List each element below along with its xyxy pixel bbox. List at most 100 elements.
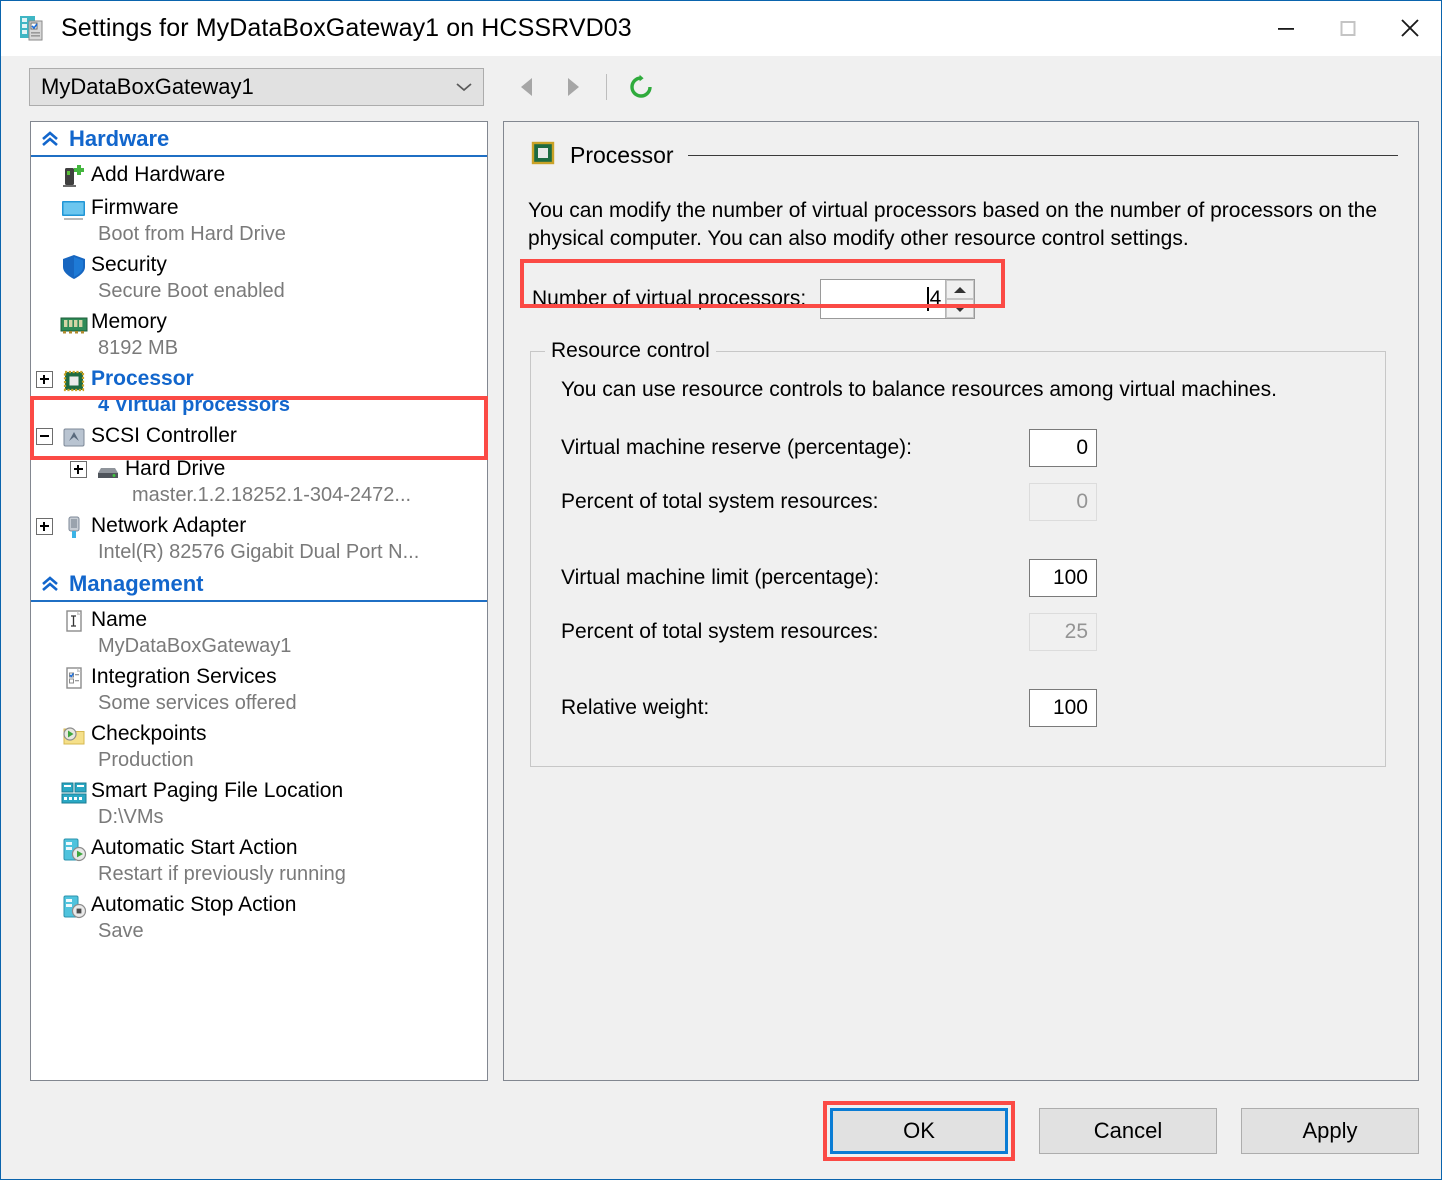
memory-icon — [57, 308, 91, 338]
settings-tree[interactable]: Hardware Add Hardware Firmware Boot from Ha… — [30, 121, 488, 1081]
sidebar-item-memory[interactable]: Memory 8192 MB — [31, 306, 487, 363]
sidebar-item-name[interactable]: Name MyDataBoxGateway1 — [31, 604, 487, 661]
auto-stop-icon — [57, 891, 91, 921]
virtual-processors-row: Number of virtual processors: 4 — [528, 273, 1000, 325]
name-icon — [57, 606, 91, 636]
sidebar-item-sublabel: Save — [98, 920, 144, 942]
vm-selector-combobox[interactable]: MyDataBoxGateway1 — [29, 68, 484, 106]
sidebar-item-security[interactable]: Security Secure Boot enabled — [31, 249, 487, 306]
sidebar-item-add-hardware[interactable]: Add Hardware — [31, 159, 487, 192]
sidebar-item-sublabel: Restart if previously running — [98, 863, 346, 885]
sidebar-item-smart-paging-file-location[interactable]: Smart Paging File Location D:\VMs — [31, 775, 487, 832]
sidebar-item-label: Integration Services — [91, 665, 277, 688]
sidebar-section-hardware[interactable]: Hardware — [31, 122, 487, 157]
ok-button[interactable]: OK — [830, 1108, 1008, 1154]
chevron-down-icon — [453, 74, 475, 100]
sidebar-item-label: Hard Drive — [125, 457, 226, 480]
auto-start-icon — [57, 834, 91, 864]
sidebar-item-labels: Add Hardware — [91, 161, 487, 188]
expander-slot — [31, 161, 57, 167]
forward-arrow-icon[interactable] — [550, 68, 594, 106]
stepper-buttons — [945, 280, 975, 318]
virtual-processors-value: 4 — [929, 287, 942, 310]
scsi-controller-icon — [57, 422, 91, 452]
resource-field-input[interactable]: 100 — [1029, 559, 1097, 597]
sidebar-item-automatic-stop-action[interactable]: Automatic Stop Action Save — [31, 889, 487, 946]
add-hardware-icon — [57, 161, 91, 191]
resource-control-description: You can use resource controls to balance… — [561, 378, 1277, 401]
sidebar-item-label: Smart Paging File Location — [91, 779, 344, 802]
sidebar-item-network-adapter[interactable]: Network Adapter Intel(R) 82576 Gigabit Du… — [31, 510, 487, 567]
sidebar-item-firmware[interactable]: Firmware Boot from Hard Drive — [31, 192, 487, 249]
sidebar-item-scsi-controller[interactable]: SCSI Controller — [31, 420, 487, 453]
processor-icon — [57, 365, 91, 395]
resource-control-fields: Virtual machine reserve (percentage): 0 Pe… — [561, 428, 1363, 728]
sidebar-item-label: Checkpoints — [91, 722, 207, 745]
expand-plus-icon[interactable] — [35, 518, 53, 535]
sidebar-item-label: Network Adapter — [91, 514, 247, 537]
sidebar-item-sublabel: Production — [98, 749, 194, 771]
cancel-button[interactable]: Cancel — [1039, 1108, 1217, 1154]
field-spacer — [561, 536, 1363, 558]
resource-control-group: Resource control You can use resource co… — [530, 339, 1386, 767]
resource-field-label: Percent of total system resources: — [561, 620, 879, 643]
resource-field-label: Percent of total system resources: — [561, 490, 879, 513]
vm-settings-icon — [19, 13, 49, 43]
resource-control-legend: Resource control — [545, 339, 716, 363]
sidebar-section-management[interactable]: Management — [31, 567, 487, 602]
sidebar-item-label: Automatic Stop Action — [91, 893, 297, 916]
resource-field-row: Percent of total system resources: 25 — [561, 612, 1363, 652]
sidebar-item-integration-services[interactable]: Integration Services Some services offere… — [31, 661, 487, 718]
expander-slot[interactable] — [65, 455, 91, 478]
minimize-icon[interactable] — [1255, 1, 1317, 55]
sidebar-item-checkpoints[interactable]: Checkpoints Production — [31, 718, 487, 775]
close-icon[interactable] — [1379, 1, 1441, 55]
sidebar-item-labels: Name MyDataBoxGateway1 — [91, 606, 487, 660]
stepper-up-button[interactable] — [946, 280, 975, 299]
resource-field-row: Virtual machine limit (percentage): 100 — [561, 558, 1363, 598]
resource-field-label: Relative weight: — [561, 696, 710, 719]
resource-field-label: Virtual machine reserve (percentage): — [561, 436, 912, 459]
triangle-up-icon — [954, 286, 967, 293]
expander-slot — [31, 720, 57, 726]
sidebar-item-processor[interactable]: Processor 4 Virtual processors — [31, 363, 487, 420]
refresh-icon[interactable] — [619, 68, 663, 106]
sidebar-item-label: Memory — [91, 310, 167, 333]
expander-slot — [31, 663, 57, 669]
field-spacer — [561, 666, 1363, 688]
expander-slot[interactable] — [31, 422, 57, 445]
resource-field-row: Percent of total system resources: 0 — [561, 482, 1363, 522]
collapse-minus-icon[interactable] — [35, 428, 53, 445]
resource-field-input[interactable]: 0 — [1029, 429, 1097, 467]
vm-selector-value: MyDataBoxGateway1 — [41, 74, 254, 99]
resource-field-input[interactable]: 100 — [1029, 689, 1097, 727]
apply-button[interactable]: Apply — [1241, 1108, 1419, 1154]
expander-slot — [31, 891, 57, 897]
toolbar: MyDataBoxGateway1 — [1, 56, 1441, 118]
sidebar-item-sublabel: Boot from Hard Drive — [98, 223, 286, 245]
sidebar-item-hard-drive[interactable]: Hard Drive master.1.2.18252.1-304-2472... — [31, 453, 487, 510]
back-arrow-icon[interactable] — [506, 68, 550, 106]
stepper-down-button[interactable] — [946, 299, 975, 318]
sidebar-item-labels: Memory 8192 MB — [91, 308, 487, 362]
title-bar: Settings for MyDataBoxGateway1 on HCSSRV… — [1, 1, 1441, 56]
sidebar-item-labels: Checkpoints Production — [91, 720, 487, 774]
toolbar-divider — [606, 74, 607, 100]
integration-services-icon — [57, 663, 91, 693]
expander-slot[interactable] — [31, 365, 57, 388]
sidebar-item-labels: SCSI Controller — [91, 422, 487, 449]
sidebar-item-label: Processor — [91, 367, 194, 390]
processor-settings-panel: Processor You can modify the number of v… — [503, 121, 1419, 1081]
virtual-processors-stepper[interactable]: 4 — [820, 279, 976, 319]
expand-plus-icon[interactable] — [35, 371, 53, 388]
window-controls — [1255, 1, 1441, 55]
expander-slot[interactable] — [31, 512, 57, 535]
sidebar-item-label: Security — [91, 253, 167, 276]
sidebar-item-sublabel: Intel(R) 82576 Gigabit Dual Port N... — [98, 541, 420, 563]
maximize-icon[interactable] — [1317, 1, 1379, 55]
sidebar-item-automatic-start-action[interactable]: Automatic Start Action Restart if previou… — [31, 832, 487, 889]
expand-plus-icon[interactable] — [69, 461, 87, 478]
sidebar-item-labels: Smart Paging File Location D:\VMs — [91, 777, 487, 831]
virtual-processors-input[interactable]: 4 — [821, 280, 945, 318]
resource-field-input: 25 — [1029, 613, 1097, 651]
